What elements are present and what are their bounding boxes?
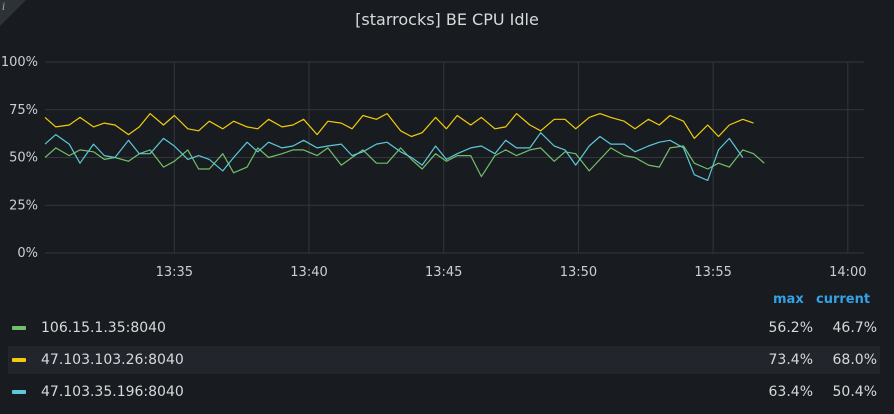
legend-swatch (12, 390, 26, 394)
legend-current-value: 50.4% (832, 384, 877, 400)
legend-current-value: 46.7% (832, 320, 877, 336)
chart-panel: i [starrocks] BE CPU Idle 0% 25% 50% 75% 100… (0, 0, 894, 414)
x-tick-label: 13:35 (156, 265, 193, 280)
legend-header-max[interactable]: max (773, 292, 804, 307)
x-axis: 13:35 13:40 13:45 13:50 13:55 14:00 (156, 265, 867, 280)
x-tick-label: 13:40 (290, 265, 327, 280)
x-tick-label: 13:50 (560, 265, 597, 280)
legend-row[interactable]: 47.103.103.26:8040 73.4% 68.0% (8, 346, 880, 374)
legend-series-name[interactable]: 47.103.35.196:8040 (41, 384, 184, 400)
legend-header-current[interactable]: current (816, 292, 870, 307)
legend-max-value: 63.4% (768, 384, 813, 400)
legend-row[interactable]: 47.103.35.196:8040 63.4% 50.4% (8, 378, 880, 406)
series-line-2[interactable] (44, 132, 744, 181)
y-tick-label: 50% (9, 151, 38, 166)
y-tick-label: 25% (9, 198, 38, 213)
x-tick-label: 14:00 (829, 265, 866, 280)
x-tick-label: 13:45 (425, 265, 462, 280)
y-tick-label: 0% (17, 246, 38, 261)
y-axis: 0% 25% 50% 75% 100% (1, 55, 38, 261)
legend-series-name[interactable]: 106.15.1.35:8040 (41, 320, 166, 336)
x-tick-label: 13:55 (694, 265, 731, 280)
legend-series-name[interactable]: 47.103.103.26:8040 (41, 352, 184, 368)
y-tick-label: 75% (9, 103, 38, 118)
legend-max-value: 56.2% (768, 320, 813, 336)
legend-max-value: 73.4% (768, 352, 813, 368)
y-tick-label: 100% (1, 55, 38, 70)
legend-swatch (12, 326, 26, 330)
legend-swatch (12, 358, 26, 362)
series-line-1[interactable] (44, 112, 754, 139)
line-chart[interactable]: 0% 25% 50% 75% 100% 13:35 13:40 13:45 13:50 13:5… (0, 0, 894, 290)
legend-row[interactable]: 106.15.1.35:8040 56.2% 46.7% (8, 314, 880, 342)
series-lines (44, 112, 765, 181)
legend-current-value: 68.0% (832, 352, 877, 368)
